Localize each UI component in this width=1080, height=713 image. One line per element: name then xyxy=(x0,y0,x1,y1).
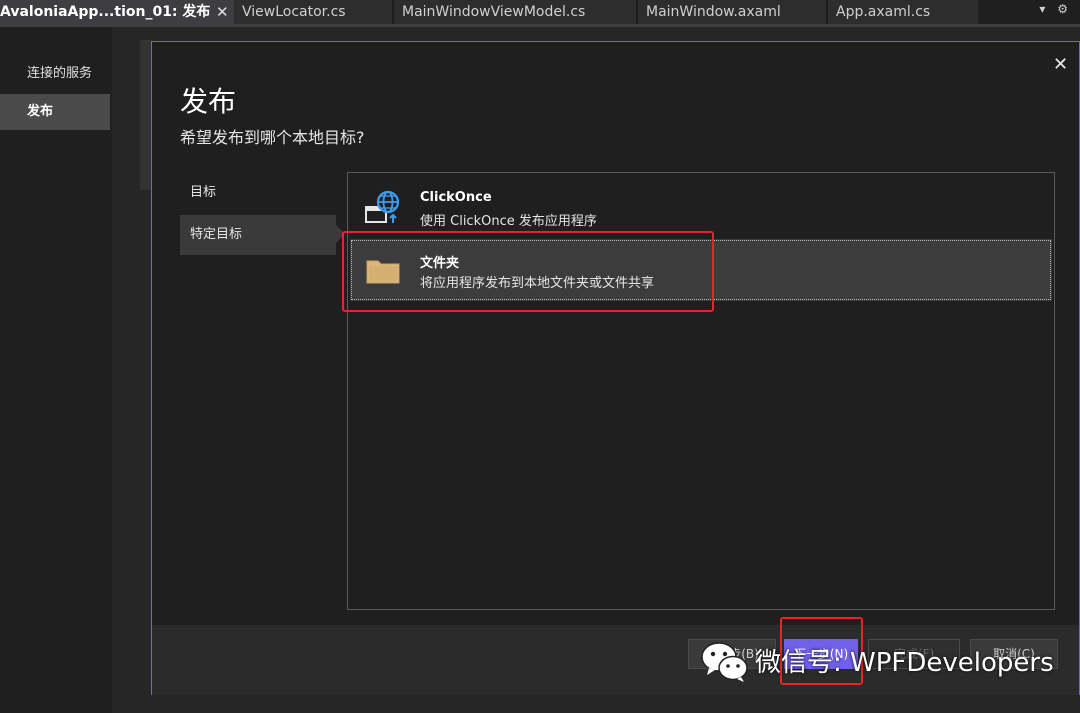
tab-label: MainWindow.axaml xyxy=(646,4,781,20)
tab-app-axaml-cs[interactable]: App.axaml.cs xyxy=(828,0,978,25)
sidebar-item-label: 特定目标 xyxy=(190,227,243,242)
option-title: ClickOnce xyxy=(420,190,492,205)
tab-viewlocator[interactable]: ViewLocator.cs xyxy=(234,0,392,25)
tab-label: App.axaml.cs xyxy=(836,4,931,20)
option-clickonce[interactable]: ClickOnce 使用 ClickOnce 发布应用程序 xyxy=(350,177,1052,239)
option-title: 文件夹 xyxy=(420,256,460,271)
watermark-text: 微信号: WPFDevelopers xyxy=(755,648,1054,678)
folder-icon xyxy=(366,260,400,284)
option-folder[interactable]: 文件夹 将应用程序发布到本地文件夹或文件共享 xyxy=(350,239,1052,301)
tab-label: ViewLocator.cs xyxy=(242,4,346,20)
tab-overflow-menu-icon[interactable]: ▾ ⚙ xyxy=(1039,2,1072,16)
close-tab-icon[interactable]: ✕ xyxy=(216,0,229,24)
target-options-list: ClickOnce 使用 ClickOnce 发布应用程序 文件夹 将应用程序发… xyxy=(347,172,1055,610)
document-tab-bar: AvaloniaApp...tion_01: 发布 ⊣ ✕ ViewLocato… xyxy=(0,0,1080,27)
tab-label: MainWindowViewModel.cs xyxy=(402,4,586,20)
option-description: 将应用程序发布到本地文件夹或文件共享 xyxy=(420,276,655,291)
tab-label: AvaloniaApp...tion_01: 发布 xyxy=(0,4,211,20)
publish-dialog: ✕ 发布 希望发布到哪个本地目标? 目标 特定目标 ClickOnce 使用 C… xyxy=(151,41,1080,695)
wechat-icon xyxy=(701,642,748,682)
nav-item-publish[interactable]: 发布 xyxy=(0,94,110,130)
nav-item-label: 连接的服务 xyxy=(27,66,93,81)
tab-mainwindow-axaml[interactable]: MainWindow.axaml xyxy=(638,0,826,25)
sidebar-item-target[interactable]: 目标 xyxy=(180,173,336,213)
tab-mainwindowviewmodel[interactable]: MainWindowViewModel.cs xyxy=(394,0,636,25)
option-description: 使用 ClickOnce 发布应用程序 xyxy=(420,214,597,229)
selection-arrow xyxy=(336,225,345,243)
pin-icon[interactable]: ⊣ xyxy=(196,0,206,25)
sidebar-item-label: 目标 xyxy=(190,185,217,200)
nav-item-connected-services[interactable]: 连接的服务 xyxy=(0,56,110,92)
close-icon[interactable]: ✕ xyxy=(1053,54,1068,75)
globe-window-icon xyxy=(365,190,400,223)
sidebar-item-specific-target[interactable]: 特定目标 xyxy=(180,215,336,255)
dialog-title: 发布 xyxy=(180,85,237,118)
publish-left-nav: 连接的服务 发布 xyxy=(0,27,112,713)
dialog-subtitle: 希望发布到哪个本地目标? xyxy=(180,128,365,147)
nav-item-label: 发布 xyxy=(27,104,54,119)
